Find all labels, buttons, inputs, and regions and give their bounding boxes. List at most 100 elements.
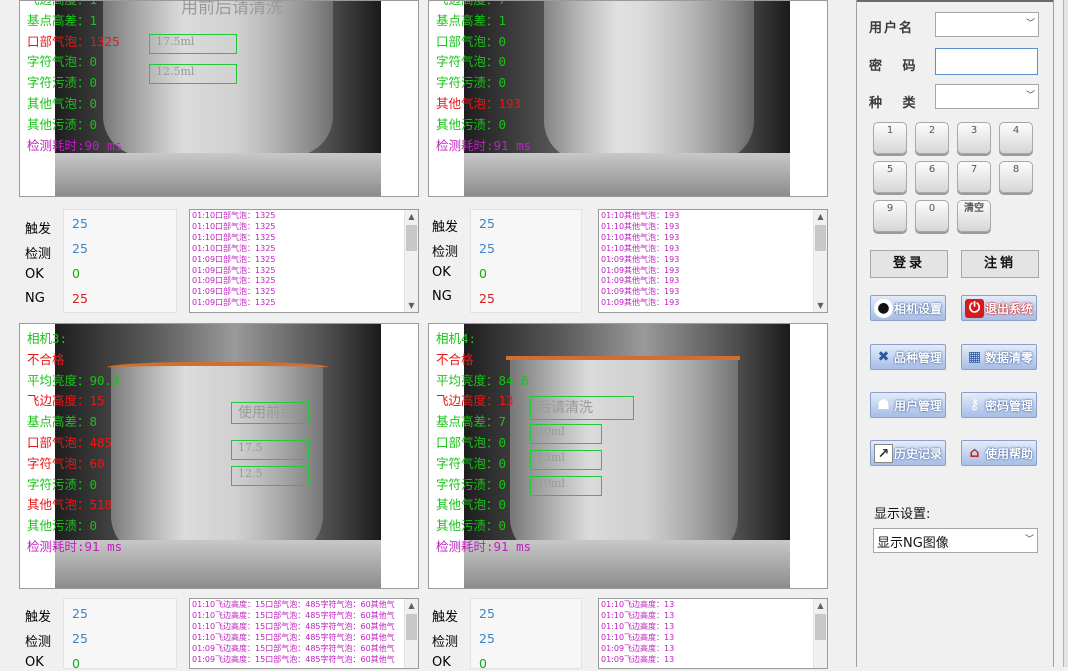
button-label: 密码管理 bbox=[984, 399, 1033, 413]
camera-2-overlay: 飞边高度：7 基点高差：1 口部气泡：0 字符气泡：0 字符污渍：0 其他气泡：… bbox=[436, 1, 531, 156]
exit-system-button[interactable]: ⏻ 退出系统 bbox=[961, 295, 1037, 321]
log-line: 01:10口部气泡：1325 bbox=[192, 232, 276, 242]
log-scrollbar[interactable]: ▲ ▼ bbox=[813, 210, 827, 312]
overlay-line: 字符气泡：60 bbox=[27, 455, 105, 471]
scroll-thumb[interactable] bbox=[815, 614, 826, 640]
window-right-edge bbox=[1063, 0, 1068, 667]
overlay-line: 相机3: bbox=[27, 331, 68, 346]
stat-values-box: 25 25 0 25 bbox=[63, 209, 177, 313]
log-line: 01:10飞边高度：15口部气泡：485字符气泡：60其他气 bbox=[192, 621, 395, 631]
log-line: 01:09飞边高度：13 bbox=[601, 643, 675, 653]
overlay-line: 检测耗时:90 ms bbox=[27, 137, 123, 153]
scroll-thumb[interactable] bbox=[406, 225, 417, 251]
username-select[interactable]: ﹀ bbox=[935, 12, 1039, 37]
overlay-line: 基点高差：8 bbox=[27, 414, 98, 430]
keypad-key-7[interactable]: 7 bbox=[957, 161, 991, 193]
keypad-clear[interactable]: 清空 bbox=[957, 200, 991, 232]
log-line: 01:09其他气泡：193 bbox=[601, 254, 680, 264]
usage-help-button[interactable]: ⌂ 使用帮助 bbox=[961, 440, 1037, 466]
log-line: 01:10口部气泡：1325 bbox=[192, 243, 276, 253]
keypad-key-5[interactable]: 5 bbox=[873, 161, 907, 193]
keypad-key-8[interactable]: 8 bbox=[999, 161, 1033, 193]
camera-1-log[interactable]: 01:10口部气泡：1325 01:10口部气泡：1325 01:10口部气泡：… bbox=[189, 209, 419, 313]
log-line: 01:10飞边高度：15口部气泡：485字符气泡：60其他气 bbox=[192, 600, 395, 609]
overlay-line: 基点高差：7 bbox=[436, 414, 507, 430]
stat-values-box: 25 25 0 25 bbox=[470, 209, 582, 313]
log-scrollbar[interactable]: ▲ ▼ bbox=[404, 210, 418, 312]
scroll-up-icon[interactable]: ▲ bbox=[814, 599, 827, 612]
log-scrollbar[interactable]: ▲ bbox=[813, 599, 827, 668]
log-line: 01:09口部气泡：1325 bbox=[192, 276, 276, 286]
display-mode-select[interactable]: 显示NG图像 ﹀ bbox=[873, 528, 1038, 553]
mark-box: 10ml bbox=[530, 476, 602, 496]
overlay-line: 平均亮度：90.8 bbox=[27, 372, 120, 388]
cup-printed-text: 用前后请清洗 bbox=[181, 1, 283, 18]
scroll-up-icon[interactable]: ▲ bbox=[405, 210, 418, 223]
log-line: 01:09其他气泡：193 bbox=[601, 287, 680, 297]
logout-button[interactable]: 注销 bbox=[961, 250, 1039, 278]
overlay-line: 字符污渍：0 bbox=[27, 476, 98, 492]
keypad-key-2[interactable]: 2 bbox=[915, 122, 949, 154]
camera-1-view: 用前后请清洗 17.5ml 12.5ml 飞边高度：1 基点高差：1 口部气泡：… bbox=[19, 0, 419, 197]
scroll-up-icon[interactable]: ▲ bbox=[814, 210, 827, 223]
key-icon: ⚷ bbox=[969, 397, 980, 413]
camera-3-log[interactable]: 01:10飞边高度：15口部气泡：485字符气泡：60其他气 01:10飞边高度… bbox=[189, 598, 419, 669]
scroll-thumb[interactable] bbox=[406, 614, 417, 640]
button-label: 品种管理 bbox=[893, 351, 942, 365]
keypad-key-4[interactable]: 4 bbox=[999, 122, 1033, 154]
camera-2-view: 飞边高度：7 基点高差：1 口部气泡：0 字符气泡：0 字符污渍：0 其他气泡：… bbox=[428, 0, 828, 197]
camera-2-log[interactable]: 01:10其他气泡：193 01:10其他气泡：193 01:10其他气泡：19… bbox=[598, 209, 828, 313]
camera-4-log[interactable]: 01:10飞边高度：13 01:10飞边高度：13 01:10飞边高度：13 0… bbox=[598, 598, 828, 669]
mark-box: 15ml bbox=[530, 450, 602, 470]
overlay-line: 飞边高度：7 bbox=[436, 1, 531, 11]
scroll-down-icon[interactable]: ▼ bbox=[814, 299, 827, 312]
stat-label: 触发 bbox=[25, 222, 52, 237]
scroll-down-icon[interactable]: ▼ bbox=[405, 299, 418, 312]
overlay-line: 其他气泡：0 bbox=[436, 497, 507, 513]
user-management-button[interactable]: ☗ 用户管理 bbox=[870, 392, 946, 418]
log-line: 01:09其他气泡：193 bbox=[601, 276, 680, 286]
button-label: 数据清零 bbox=[984, 351, 1033, 365]
overlay-line: 检测耗时:91 ms bbox=[27, 538, 123, 554]
camera-icon: ● bbox=[874, 299, 893, 318]
overlay-line: 口部气泡：485 bbox=[27, 434, 113, 450]
overlay-line: 平均亮度：84.6 bbox=[436, 372, 529, 388]
overlay-line: 口部气泡：1325 bbox=[27, 33, 120, 49]
trigger-count: 25 bbox=[479, 606, 495, 621]
log-line: 01:09口部气泡：1325 bbox=[192, 254, 276, 264]
log-line: 01:10口部气泡：1325 bbox=[192, 211, 276, 220]
product-management-button[interactable]: ✖ 品种管理 bbox=[870, 344, 946, 370]
keypad-key-1[interactable]: 1 bbox=[873, 122, 907, 154]
overlay-line: 字符气泡：0 bbox=[436, 54, 507, 70]
log-scrollbar[interactable]: ▲ bbox=[404, 599, 418, 668]
ok-count: 0 bbox=[72, 266, 80, 281]
stat-values-box: 25 25 0 bbox=[63, 598, 177, 671]
stat-label: OK bbox=[432, 265, 451, 280]
overlay-line: 飞边高度：15 bbox=[27, 393, 105, 409]
power-icon: ⏻ bbox=[965, 299, 984, 318]
camera-settings-button[interactable]: ● 相机设置 bbox=[870, 295, 946, 321]
password-management-button[interactable]: ⚷ 密码管理 bbox=[961, 392, 1037, 418]
log-line: 01:10飞边高度：15口部气泡：485字符气泡：60其他气 bbox=[192, 610, 395, 620]
stat-label: 检测 bbox=[25, 635, 52, 650]
overlay-line: 不合格 bbox=[436, 351, 474, 367]
button-label: 历史记录 bbox=[893, 447, 942, 461]
keypad-key-3[interactable]: 3 bbox=[957, 122, 991, 154]
scroll-thumb[interactable] bbox=[815, 225, 826, 251]
history-records-button[interactable]: ↗ 历史记录 bbox=[870, 440, 946, 466]
keypad-key-9[interactable]: 9 bbox=[873, 200, 907, 232]
cup-rim-outline bbox=[506, 356, 740, 360]
data-reset-button[interactable]: ▦ 数据清零 bbox=[961, 344, 1037, 370]
login-button[interactable]: 登录 bbox=[870, 250, 948, 278]
scroll-up-icon[interactable]: ▲ bbox=[405, 599, 418, 612]
button-label: 使用帮助 bbox=[984, 447, 1033, 461]
keypad-key-6[interactable]: 6 bbox=[915, 161, 949, 193]
username-label: 用户名 bbox=[869, 21, 915, 36]
mark-box: 17.5ml bbox=[149, 34, 237, 54]
type-select[interactable]: ﹀ bbox=[935, 84, 1039, 109]
stat-label: 触发 bbox=[432, 220, 459, 235]
log-line: 01:09飞边高度：15口部气泡：485字符气泡：60其他气 bbox=[192, 654, 395, 664]
log-line: 01:10其他气泡：193 bbox=[601, 211, 680, 220]
password-input[interactable] bbox=[935, 48, 1038, 75]
keypad-key-0[interactable]: 0 bbox=[915, 200, 949, 232]
